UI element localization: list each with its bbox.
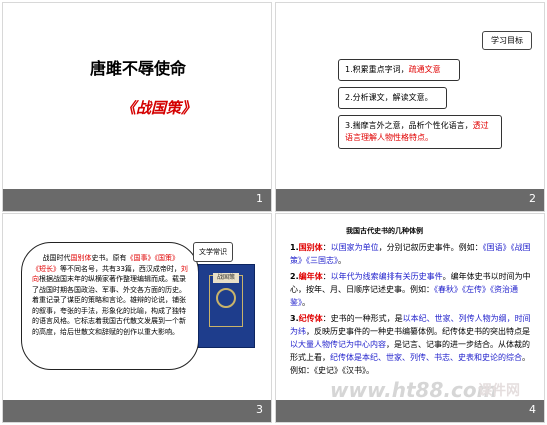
slide-1-subtitle: 《战国策》 <box>121 99 197 117</box>
slide-3-footer: 3 <box>3 400 271 422</box>
item-number: 1. <box>290 243 299 252</box>
text-highlight: 国别体 <box>70 254 92 262</box>
text-segment: ，反映历史事件的一种史书编纂体例。纪传体史书的突出特点是 <box>306 327 530 336</box>
slide-1-content: 唐雎不辱使命 《战国策》 <box>3 3 271 189</box>
text-segment: ： <box>322 243 331 252</box>
literary-knowledge-badge: 文学常识 <box>193 242 233 262</box>
text-segment: 等不同名号，共有33篇，西汉成帝时， <box>60 264 181 273</box>
goal-1-highlight: 疏通文意 <box>408 65 441 74</box>
watermark-logo-text: 课件网 <box>478 383 520 399</box>
goal-3-text: 3.揣摩言外之意，品析个性化语言， <box>345 121 473 130</box>
slide-number: 4 <box>529 403 536 416</box>
goal-box-3: 3.揣摩言外之意，品析个性化语言，透过语言理解人物性格特点。 <box>338 115 502 149</box>
goal-1-text: 1.积累重点字词， <box>345 65 409 74</box>
book-cover-label: 战国策 <box>213 273 239 283</box>
goal-box-2: 2.分析课文，解读文意。 <box>338 87 447 109</box>
goal-2-text: 2.分析课文，解读文意。 <box>345 93 433 102</box>
text-highlight: 以年代为线索编排有关历史事件 <box>330 272 443 281</box>
slide-4-content: 我国古代史书的几种体例 1.国别体：以国家为单位，分别记叙历史事件。例如：《国语… <box>276 214 544 400</box>
type-name: 编年体 <box>298 272 323 281</box>
type-name: 纪传体 <box>298 314 323 323</box>
slide-4-footer: 4 <box>276 400 544 422</box>
slide-2-footer: 2 <box>276 189 544 211</box>
text-segment: 根据战国末年的纵横家著作整理编辑而成。载录了战国时期各国政治、军事、外交各方面的… <box>32 275 186 336</box>
literary-knowledge-bubble: 战国时代国别体史书。原有《国事》《国策》《短长》等不同名号，共有33篇，西汉成帝… <box>21 242 199 370</box>
item-number: 2. <box>290 272 299 281</box>
slide-1-footer: 1 <box>3 189 271 211</box>
slide-3-content: 战国时代国别体史书。原有《国事》《国策》《短长》等不同名号，共有33篇，西汉成帝… <box>3 214 271 400</box>
learning-goals-badge: 学习目标 <box>482 31 532 50</box>
text-segment: 史书。原有 <box>91 254 127 262</box>
text-segment: 。 <box>302 298 310 307</box>
slide-1-title: 唐雎不辱使命 <box>89 59 186 78</box>
text-highlight: 纪传体是本纪、世家、列传、书志、史表和史论的综合 <box>330 353 522 362</box>
text-segment: ：史书的一种形式，是 <box>322 314 403 323</box>
slide-sorter-grid: 唐雎不辱使命 《战国策》 1 学习目标 1.积累重点字词，疏通文意 2.分析课文… <box>0 0 547 425</box>
history-type-2: 2.编年体：以年代为线索编排有关历史事件。编年体史书以时间为中心，按年、月、日顺… <box>290 270 535 309</box>
book-cover-image: 战国策 <box>198 264 255 348</box>
text-segment: ： <box>322 272 331 281</box>
history-type-1: 1.国别体：以国家为单位，分别记叙历史事件。例如：《国语》《战国策》《三国志》。 <box>290 241 535 267</box>
slide-number: 1 <box>256 192 263 205</box>
text-highlight: 以国家为单位 <box>330 243 379 252</box>
slide-number: 3 <box>256 403 263 416</box>
item-number: 3. <box>290 314 299 323</box>
slide-2-content: 学习目标 1.积累重点字词，疏通文意 2.分析课文，解读文意。 3.揣摩言外之意… <box>276 3 544 189</box>
text-segment: 战国时代 <box>42 254 71 262</box>
goal-box-1: 1.积累重点字词，疏通文意 <box>338 59 460 81</box>
watermark-url: www.ht88.com <box>330 378 498 402</box>
slide-number: 2 <box>529 192 536 205</box>
text-segment: 。 <box>338 256 346 265</box>
text-highlight: 以大量人物传记为中心内容 <box>290 340 386 349</box>
type-name: 国别体 <box>298 243 323 252</box>
text-segment: ，分别记叙历史事件。例如： <box>378 243 483 252</box>
slide-4-heading: 我国古代史书的几种体例 <box>346 226 423 235</box>
history-type-3: 3.纪传体：史书的一种形式，是以本纪、世家、列传人物为纲，时间为纬，反映历史事件… <box>290 312 535 377</box>
slide-thumbnail-2[interactable]: 学习目标 1.积累重点字词，疏通文意 2.分析课文，解读文意。 3.揣摩言外之意… <box>275 2 545 212</box>
slide-thumbnail-3[interactable]: 战国时代国别体史书。原有《国事》《国策》《短长》等不同名号，共有33篇，西汉成帝… <box>2 213 272 423</box>
slide-thumbnail-1[interactable]: 唐雎不辱使命 《战国策》 1 <box>2 2 272 212</box>
